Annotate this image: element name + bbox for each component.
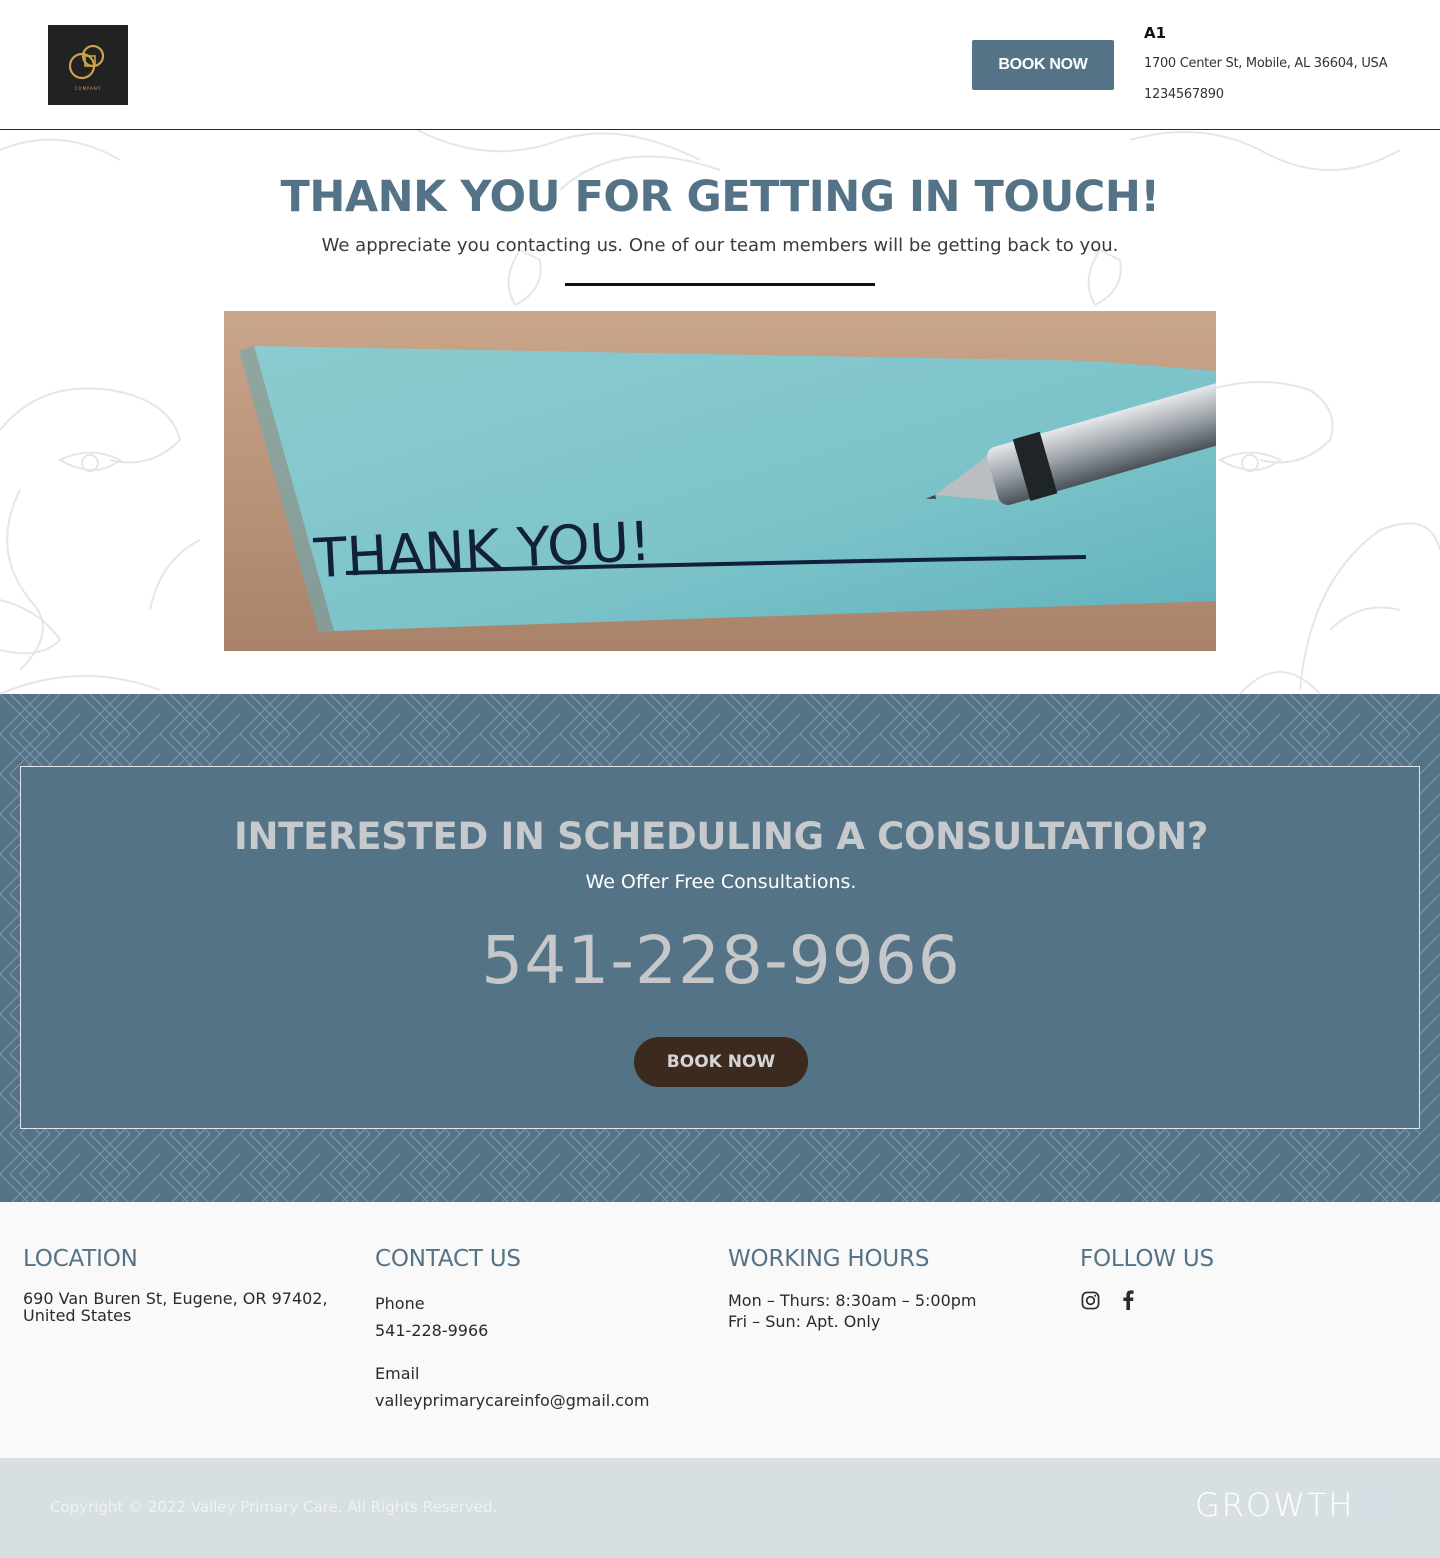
phone-label: Phone [375, 1294, 425, 1313]
location-heading: LOCATION [23, 1246, 138, 1272]
consultation-title: INTERESTED IN SCHEDULING A CONSULTATION? [234, 815, 1208, 858]
facebook-icon[interactable] [1118, 1290, 1138, 1310]
copyright-text: Copyright © 2022 Valley Primary Care. Al… [50, 1498, 498, 1516]
footer-email-link[interactable]: valleyprimarycareinfo@gmail.com [375, 1387, 705, 1414]
follow-heading: FOLLOW US [1080, 1246, 1214, 1272]
consultation-phone[interactable]: 541-228-9966 [21, 922, 1421, 999]
contact-heading: CONTACT US [375, 1246, 521, 1272]
header-book-now-button[interactable]: BOOK NOW [972, 40, 1114, 90]
footer-location: LOCATION 690 Van Buren St, Eugene, OR 97… [23, 1246, 353, 1324]
brand-main: GROWTH [1195, 1486, 1355, 1524]
site-footer: LOCATION 690 Van Buren St, Eugene, OR 97… [0, 1202, 1440, 1458]
copyright-bar: Copyright © 2022 Valley Primary Care. Al… [0, 1458, 1440, 1558]
thank-you-image: THANK YOU! [224, 311, 1216, 651]
business-address[interactable]: 1700 Center St, Mobile, AL 36604, USA [1144, 48, 1388, 79]
social-links [1080, 1290, 1410, 1310]
brand-number: 99 [1354, 1486, 1400, 1524]
growth99-brand-link[interactable]: GROWTH99 [1195, 1486, 1399, 1524]
logo-mark-icon [68, 44, 105, 79]
company-logo[interactable]: COMPANY [48, 25, 128, 105]
business-name: A1 [1144, 24, 1167, 42]
hours-line-2: Fri – Sun: Apt. Only [728, 1312, 881, 1331]
footer-contact: CONTACT US Phone 541-228-9966 Email vall… [375, 1246, 705, 1414]
logo-text: COMPANY [74, 85, 102, 91]
hours-heading: WORKING HOURS [728, 1246, 930, 1272]
business-phone[interactable]: 1234567890 [1144, 79, 1387, 110]
location-address: 690 Van Buren St, Eugene, OR 97402, Unit… [23, 1289, 328, 1325]
footer-phone-link[interactable]: 541-228-9966 [375, 1317, 705, 1344]
page-title: THANK YOU FOR GETTING IN TOUCH! [280, 172, 1160, 222]
consultation-subtitle: We Offer Free Consultations. [585, 871, 857, 893]
consultation-section: INTERESTED IN SCHEDULING A CONSULTATION?… [0, 694, 1440, 1202]
page-subtitle: We appreciate you contacting us. One of … [321, 235, 1119, 256]
hours-line-1: Mon – Thurs: 8:30am – 5:00pm [728, 1291, 977, 1310]
header-contact-info: A1 1700 Center St, Mobile, AL 36604, USA… [1144, 24, 1388, 110]
instagram-icon[interactable] [1080, 1290, 1100, 1310]
divider [565, 283, 875, 286]
footer-hours: WORKING HOURS Mon – Thurs: 8:30am – 5:00… [728, 1246, 1058, 1332]
consultation-card: INTERESTED IN SCHEDULING A CONSULTATION?… [20, 766, 1420, 1129]
consultation-book-now-button[interactable]: BOOK NOW [634, 1037, 808, 1087]
email-label: Email [375, 1364, 420, 1383]
thank-you-section: THANK YOU FOR GETTING IN TOUCH! We appre… [0, 130, 1440, 694]
footer-follow: FOLLOW US [1080, 1246, 1410, 1310]
site-header: COMPANY BOOK NOW A1 1700 Center St, Mobi… [0, 0, 1440, 130]
